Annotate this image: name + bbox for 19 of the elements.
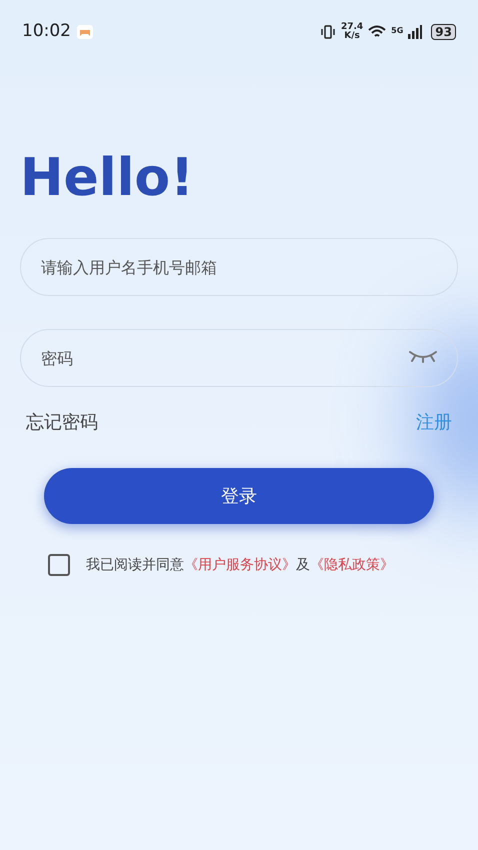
greeting-title: Hello! (20, 152, 195, 204)
agreement-checkbox[interactable] (48, 554, 70, 576)
network-type: 5G (391, 25, 404, 37)
network-speed-unit: K/s (344, 32, 360, 41)
network-speed-value: 27.4 (340, 23, 364, 32)
user-agreement-link[interactable]: 《用户服务协议》 (184, 556, 296, 572)
signal-icon (408, 25, 422, 39)
battery-indicator: 93 (431, 24, 456, 40)
forgot-password-link[interactable]: 忘记密码 (26, 409, 98, 436)
privacy-policy-link[interactable]: 《隐私政策》 (310, 556, 394, 572)
vibrate-icon (320, 24, 336, 40)
username-input-field[interactable]: 请输入用户名手机号邮箱 (20, 238, 458, 296)
eye-closed-icon[interactable] (408, 349, 438, 363)
login-button[interactable]: 登录 (44, 468, 434, 524)
status-time: 10:02 (22, 20, 71, 44)
register-link[interactable]: 注册 (416, 409, 452, 436)
password-input-field[interactable]: 密码 (20, 329, 458, 387)
wifi-icon (368, 25, 386, 39)
agreement-text: 我已阅读并同意《用户服务协议》及《隐私政策》 (86, 556, 394, 574)
